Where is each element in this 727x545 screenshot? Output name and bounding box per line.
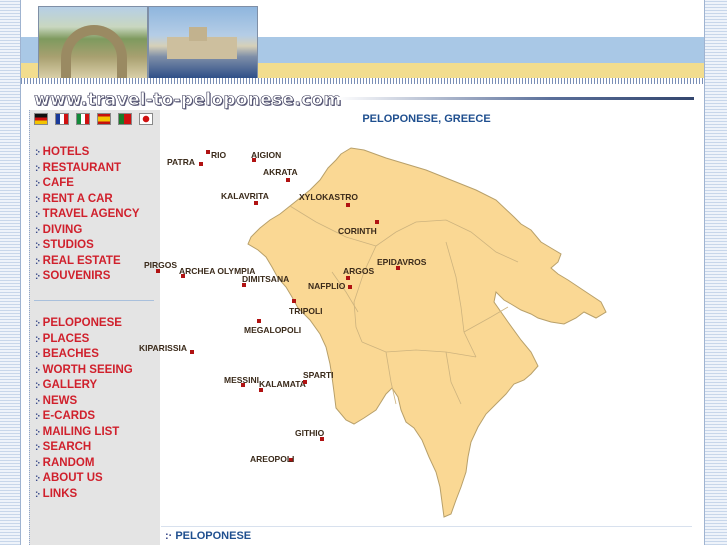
german-flag-icon[interactable] xyxy=(34,113,48,125)
city-label-nafplio[interactable]: NAFPLIO xyxy=(308,281,345,291)
menu-item-places[interactable]: :· PLACES xyxy=(35,332,133,348)
city-dot-megalopoli[interactable] xyxy=(257,319,261,323)
city-label-aigion[interactable]: AIGION xyxy=(251,150,281,160)
content-divider xyxy=(161,526,692,527)
right-stripe-background xyxy=(705,0,727,545)
menu-item-mailing-list[interactable]: :· MAILING LIST xyxy=(35,425,133,441)
city-label-akrata[interactable]: AKRATA xyxy=(263,167,298,177)
city-dot-corinth[interactable] xyxy=(375,220,379,224)
menu-item-rent-a-car[interactable]: :· RENT A CAR xyxy=(35,192,140,208)
site-menu: :· PELOPONESE :· PLACES :· BEACHES :· WORTH … xyxy=(35,316,133,502)
menu-item-gallery[interactable]: :· GALLERY xyxy=(35,378,133,394)
city-label-argos[interactable]: ARGOS xyxy=(343,266,374,276)
main-content: PELOPONESE, GREECE PATRA RIO AIGION AKRA… xyxy=(139,110,692,545)
city-label-patra[interactable]: PATRA xyxy=(167,157,195,167)
menu-item-souvenirs[interactable]: :· SOUVENIRS xyxy=(35,269,140,285)
menu-item-news[interactable]: :· NEWS xyxy=(35,394,133,410)
city-label-epidavros[interactable]: EPIDAVROS xyxy=(377,257,426,267)
left-stripe-background xyxy=(0,0,20,545)
site-logo[interactable]: www.travel-to-peloponese.com xyxy=(34,90,342,111)
city-label-areopoli[interactable]: AREOPOLI xyxy=(250,454,294,464)
menu-item-cafe[interactable]: :· CAFE xyxy=(35,176,140,192)
portuguese-flag-icon[interactable] xyxy=(118,113,132,125)
city-label-rio[interactable]: RIO xyxy=(211,150,226,160)
sidebar-divider xyxy=(34,300,154,301)
header xyxy=(21,0,706,79)
city-label-tripoli[interactable]: TRIPOLI xyxy=(289,306,323,316)
italian-flag-icon[interactable] xyxy=(76,113,90,125)
city-dot-akrata[interactable] xyxy=(286,178,290,182)
menu-item-travel-agency[interactable]: :· TRAVEL AGENCY xyxy=(35,207,140,223)
city-dot-argos[interactable] xyxy=(346,276,350,280)
services-menu: :· HOTELS :· RESTAURANT :· CAFE :· RENT A CA… xyxy=(35,145,140,285)
menu-item-real-estate[interactable]: :· REAL ESTATE xyxy=(35,254,140,270)
menu-item-worth-seeing[interactable]: :· WORTH SEEING xyxy=(35,363,133,379)
city-dot-xylokastro[interactable] xyxy=(346,203,350,207)
city-label-kiparissia[interactable]: KIPARISSIA xyxy=(139,343,187,353)
city-dot-tripoli[interactable] xyxy=(292,299,296,303)
city-dot-sparti[interactable] xyxy=(303,380,307,384)
city-dot-kalavrita[interactable] xyxy=(254,201,258,205)
menu-item-search[interactable]: :· SEARCH xyxy=(35,440,133,456)
city-dot-nafplio[interactable] xyxy=(348,285,352,289)
header-photo-castle xyxy=(148,6,258,79)
menu-item-studios[interactable]: :· STUDIOS xyxy=(35,238,140,254)
city-label-xylokastro[interactable]: XYLOKASTRO xyxy=(299,192,358,202)
japanese-flag-icon[interactable] xyxy=(139,113,153,125)
city-dot-rio[interactable] xyxy=(206,150,210,154)
city-label-kalavrita[interactable]: KALAVRITA xyxy=(221,191,269,201)
menu-item-hotels[interactable]: :· HOTELS xyxy=(35,145,140,161)
city-dot-kiparissia[interactable] xyxy=(190,350,194,354)
french-flag-icon[interactable] xyxy=(55,113,69,125)
city-label-corinth[interactable]: CORINTH xyxy=(338,226,377,236)
sidebar: :· HOTELS :· RESTAURANT :· CAFE :· RENT A CA… xyxy=(29,110,160,545)
city-label-pirgos[interactable]: PIRGOS xyxy=(144,260,177,270)
city-label-megalopoli[interactable]: MEGALOPOLI xyxy=(244,325,301,335)
map-landmass xyxy=(247,147,607,518)
menu-item-about-us[interactable]: :· ABOUT US xyxy=(35,471,133,487)
spanish-flag-icon[interactable] xyxy=(97,113,111,125)
menu-item-diving[interactable]: :· DIVING xyxy=(35,223,140,239)
city-label-messini[interactable]: MESSINI xyxy=(224,375,259,385)
menu-item-restaurant[interactable]: :· RESTAURANT xyxy=(35,161,140,177)
city-label-sparti[interactable]: SPARTI xyxy=(303,370,334,380)
header-photo-arch xyxy=(38,6,148,79)
page-title: PELOPONESE, GREECE xyxy=(362,113,491,125)
city-dot-patra[interactable] xyxy=(199,162,203,166)
city-label-kalamata[interactable]: KALAMATA xyxy=(259,379,306,389)
menu-item-links[interactable]: :· LINKS xyxy=(35,487,133,503)
menu-item-peloponese[interactable]: :· PELOPONESE xyxy=(35,316,133,332)
city-label-githio[interactable]: GITHIO xyxy=(295,428,324,438)
menu-item-random[interactable]: :· RANDOM xyxy=(35,456,133,472)
footer-peloponese-link[interactable]: :· PELOPONESE xyxy=(165,530,251,542)
page-frame: www.travel-to-peloponese.com :· HOTELS :·… xyxy=(20,0,705,545)
menu-item-beaches[interactable]: :· BEACHES xyxy=(35,347,133,363)
menu-item-e-cards[interactable]: :· E-CARDS xyxy=(35,409,133,425)
logo-underline xyxy=(337,97,694,100)
city-label-dimitsana[interactable]: DIMITSANA xyxy=(242,274,289,284)
